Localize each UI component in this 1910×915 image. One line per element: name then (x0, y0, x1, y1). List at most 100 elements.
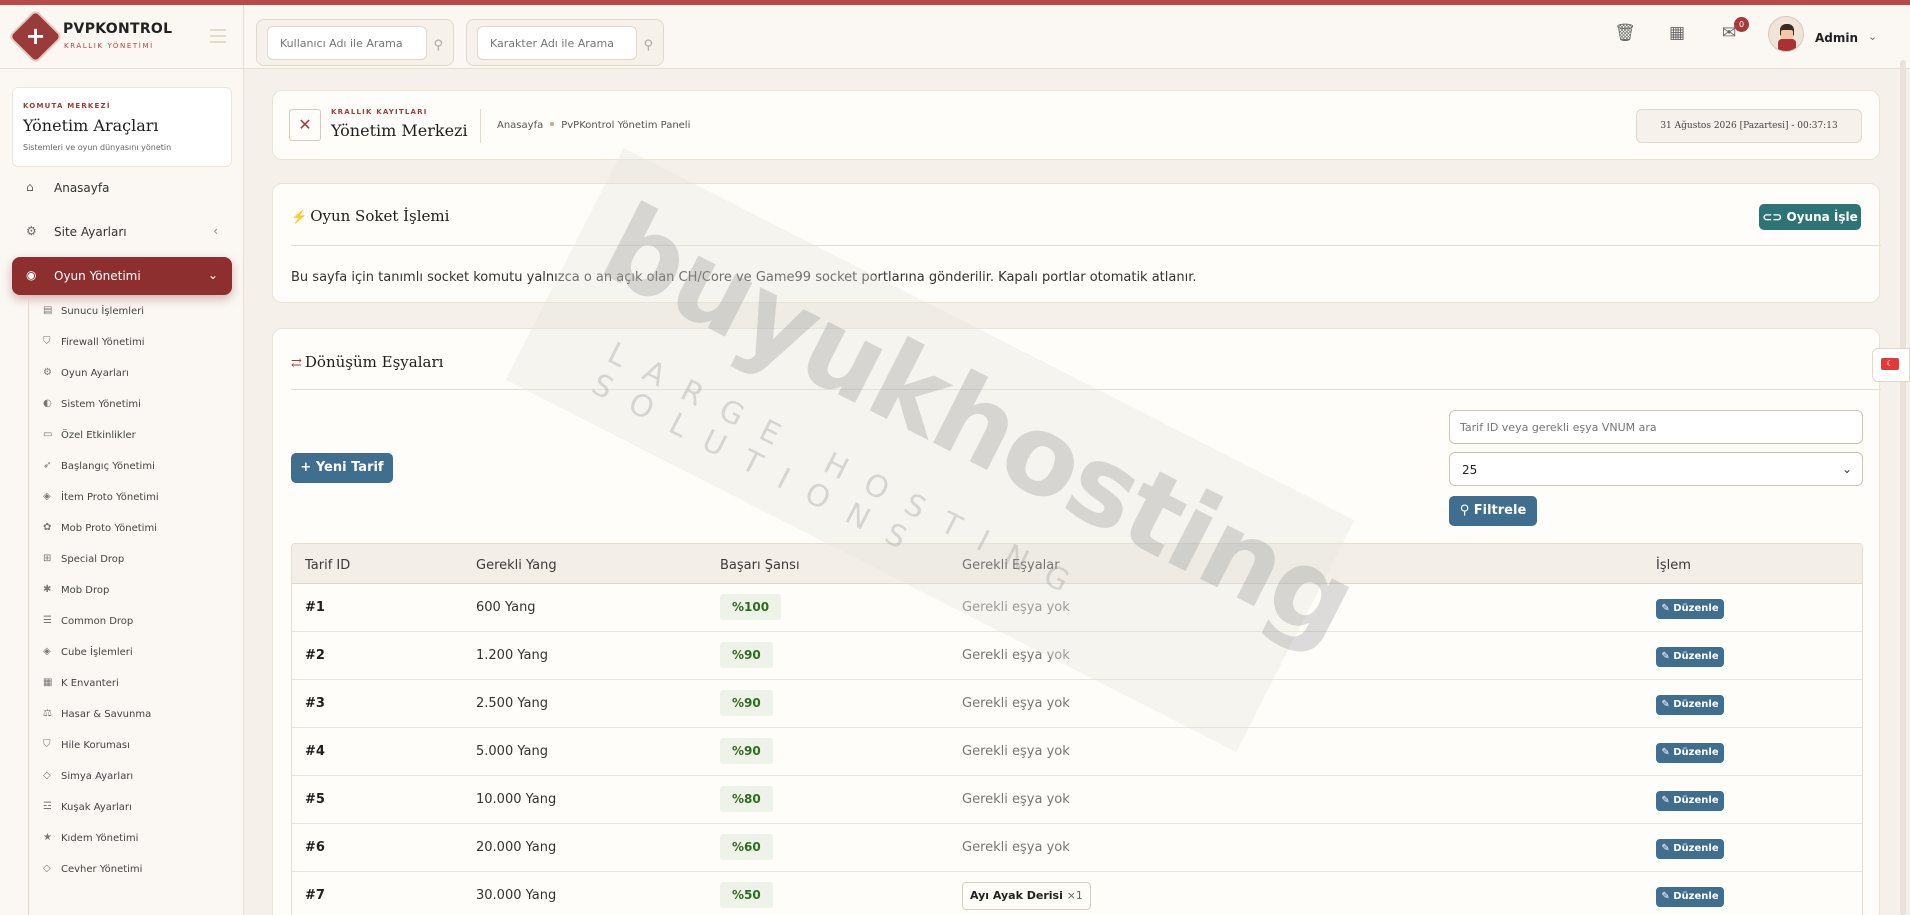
admin-name[interactable]: Admin (1815, 31, 1858, 45)
sidebar-item-oyun-yonetimi[interactable]: ◉ Oyun Yönetimi ⌄ (12, 257, 232, 295)
recipes-panel: ⇄Dönüşüm Eşyaları + Yeni Tarif 25 ⌄ ⚲ Fi… (272, 328, 1881, 915)
grid-icon: ▦ (43, 677, 53, 688)
success-chance-badge: %90 (720, 738, 773, 764)
pencil-icon: ✎ (1661, 699, 1674, 710)
toggle-icon: ◐ (43, 398, 52, 409)
divider (480, 109, 481, 143)
shuffle-icon: ⇄ (291, 356, 302, 371)
bug-icon: ✱ (43, 584, 52, 595)
sidebar: KOMUTA MERKEZİ Yönetim Araçları Sistemle… (0, 69, 244, 915)
sidebar-item-anasayfa[interactable]: ⌂ Anasayfa (12, 169, 232, 207)
star-icon: ★ (43, 832, 52, 843)
required-items: Gerekli eşya yok (962, 792, 1070, 807)
edit-button[interactable]: ✎ Düzenle (1656, 743, 1724, 763)
divider (291, 245, 1881, 246)
column-header[interactable]: Tarif ID (305, 558, 350, 573)
required-yang: 10.000 Yang (476, 792, 557, 807)
rocket-icon: ➶ (43, 460, 52, 471)
plug-icon: ⚡ (291, 210, 308, 225)
column-header[interactable]: Gerekli Yang (476, 558, 557, 573)
sidebar-title: Yönetim Araçları (23, 116, 159, 135)
edit-button[interactable]: ✎ Düzenle (1656, 599, 1724, 619)
page-size-select[interactable]: 25 ⌄ (1449, 452, 1863, 486)
brand-subtitle: KRALLIK YÖNETİMİ (64, 42, 154, 50)
brand-logo-icon[interactable]: + (10, 11, 61, 62)
edit-button[interactable]: ✎ Düzenle (1656, 887, 1724, 907)
pencil-icon: ✎ (1661, 747, 1674, 758)
column-header[interactable]: Gerekli Eşyalar (962, 558, 1060, 573)
socket-panel-title: ⚡ Oyun Soket İşlemi (291, 207, 450, 225)
sidebar-kicker: KOMUTA MERKEZİ (23, 102, 111, 110)
shield-icon: ⛉ (43, 739, 51, 750)
page-title: Yönetim Merkezi (331, 121, 468, 140)
recipe-id: #5 (305, 792, 325, 807)
edit-button[interactable]: ✎ Düzenle (1656, 839, 1724, 859)
user-search-input[interactable] (267, 26, 427, 60)
search-icon[interactable]: ⚲ (433, 38, 443, 53)
chevron-left-icon: ‹ (213, 224, 218, 238)
success-chance-badge: %50 (720, 882, 773, 908)
language-switcher[interactable]: ☾ (1872, 348, 1910, 382)
chevron-down-icon[interactable]: ⌄ (1868, 30, 1877, 43)
edit-button[interactable]: ✎ Düzenle (1656, 647, 1724, 667)
socket-info-text: Bu sayfa için tanımlı socket komutu yaln… (291, 270, 1197, 285)
link-icon: ⊂⊃ (1762, 210, 1787, 224)
success-chance-badge: %90 (720, 642, 773, 668)
table-row: #3 2.500 Yang %90 Gerekli eşya yok ✎ Düz… (292, 680, 1862, 728)
sliders-icon: ☲ (43, 801, 52, 812)
recipe-search-input[interactable] (1449, 410, 1863, 444)
send-to-game-button[interactable]: ⊂⊃ Oyuna İşle (1759, 204, 1861, 230)
breadcrumb: ✕ KRALLIK KAYITLARI Yönetim Merkezi Anas… (272, 90, 1880, 160)
user-search: ⚲ (256, 19, 454, 66)
column-header: İşlem (1656, 558, 1691, 573)
pencil-icon: ✎ (1661, 603, 1674, 614)
chevron-down-icon: ⌄ (207, 268, 218, 282)
list-icon: ☰ (43, 615, 52, 626)
required-items: Gerekli eşya yok (962, 744, 1070, 759)
table-row: #7 30.000 Yang %50 Ayı Ayak Derisi ×1 ✎ … (292, 872, 1862, 915)
page-scrollbar[interactable] (1900, 60, 1906, 915)
required-yang: 1.200 Yang (476, 648, 548, 663)
menu-toggle-icon[interactable] (210, 29, 226, 43)
new-recipe-button[interactable]: + Yeni Tarif (291, 453, 393, 483)
date-time-display: 31 Ağustos 2026 [Pazartesi] - 00:37:13 (1636, 109, 1862, 143)
sidebar-item-site-ayarlari[interactable]: ⚙ Site Ayarları ‹ (12, 213, 232, 251)
plus-icon: + (300, 460, 316, 475)
success-chance-badge: %90 (720, 690, 773, 716)
gem-icon: ◇ (43, 863, 51, 874)
gear-icon: ⚙ (26, 224, 37, 238)
avatar[interactable] (1768, 16, 1804, 52)
filter-button[interactable]: ⚲ Filtrele (1449, 496, 1537, 526)
balance-scale-icon: ⚖ (43, 708, 52, 719)
brand: + PVPKONTROL KRALLIK YÖNETİMİ (0, 5, 244, 69)
edit-button[interactable]: ✎ Düzenle (1656, 695, 1724, 715)
trash-icon[interactable]: 🗑 (1612, 20, 1638, 46)
calendar-icon[interactable]: ▦ (1664, 20, 1690, 46)
shield-icon: ⛉ (43, 336, 51, 347)
cube-icon: ◈ (43, 491, 51, 502)
column-header[interactable]: Başarı Şansı (720, 558, 800, 573)
recipes-panel-title: ⇄ Dönüşüm Eşyaları (291, 353, 444, 371)
breadcrumb-home-link[interactable]: Anasayfa (497, 120, 543, 131)
sidebar-header-card: KOMUTA MERKEZİ Yönetim Araçları Sistemle… (12, 87, 232, 167)
chevron-down-icon: ⌄ (1841, 462, 1852, 476)
character-search-input[interactable] (477, 26, 637, 60)
pencil-icon: ✎ (1661, 795, 1674, 806)
paw-icon: ✿ (43, 522, 52, 533)
required-yang: 600 Yang (476, 600, 536, 615)
search-icon[interactable]: ⚲ (643, 38, 653, 53)
table-row: #5 10.000 Yang %80 Gerekli eşya yok ✎ Dü… (292, 776, 1862, 824)
required-items: Gerekli eşya yok (962, 648, 1070, 663)
pencil-icon: ✎ (1661, 651, 1674, 662)
close-icon[interactable]: ✕ (289, 109, 321, 141)
edit-button[interactable]: ✎ Düzenle (1656, 791, 1724, 811)
pencil-icon: ✎ (1661, 891, 1674, 902)
gem-icon: ◇ (43, 770, 51, 781)
recipe-id: #1 (305, 600, 325, 615)
table-header: Tarif ID Gerekli Yang Başarı Şansı Gerek… (292, 544, 1862, 584)
breadcrumb-links: Anasayfa PvPKontrol Yönetim Paneli (497, 120, 690, 131)
sidebar-item-label: Oyun Yönetimi (54, 269, 141, 283)
ticket-icon: ▭ (43, 429, 53, 440)
required-yang: 5.000 Yang (476, 744, 548, 759)
required-yang: 20.000 Yang (476, 840, 557, 855)
